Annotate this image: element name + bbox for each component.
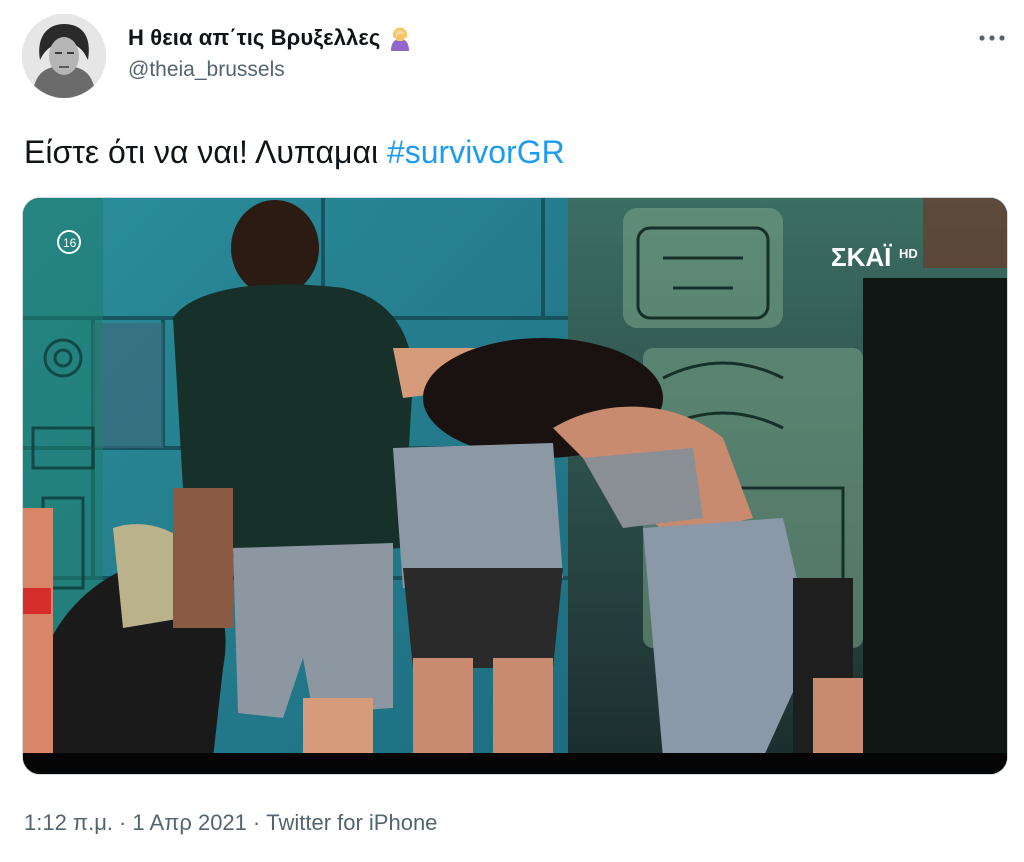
channel-logo-hd: HD xyxy=(899,246,918,261)
avatar-photo xyxy=(22,14,106,98)
tweet-card: Η θεια απ΄τις Βρυξελλες @theia_brussels … xyxy=(0,0,1024,862)
tweet-media[interactable]: ΣΚΑΪ HD 16 xyxy=(22,197,1008,775)
more-options-button[interactable] xyxy=(974,26,1010,50)
tweet-body: Είστε ότι να ναι! Λυπαμαι xyxy=(24,134,379,170)
age-rating-text: 16 xyxy=(63,236,77,250)
meta-separator-2: · xyxy=(252,810,261,835)
tweet-text: Είστε ότι να ναι! Λυπαμαι #survivorGR xyxy=(24,128,565,176)
author-name-row[interactable]: Η θεια απ΄τις Βρυξελλες xyxy=(128,24,412,52)
hashtag-link[interactable]: #survivorGR xyxy=(387,134,565,170)
more-dots-icon xyxy=(979,35,1005,41)
tv-screen-photo: ΣΚΑΪ HD 16 xyxy=(23,198,1007,774)
channel-logo-text: ΣΚΑΪ xyxy=(831,242,892,272)
user-handle[interactable]: @theia_brussels xyxy=(128,58,285,82)
woman-facepalming-icon xyxy=(388,25,412,51)
tweet-source-link[interactable]: Twitter for iPhone xyxy=(266,810,437,835)
avatar[interactable] xyxy=(22,14,106,98)
tweet-date-link[interactable]: 1 Απρ 2021 xyxy=(132,810,247,835)
tweet-time-link[interactable]: 1:12 π.μ. xyxy=(24,810,113,835)
display-name[interactable]: Η θεια απ΄τις Βρυξελλες xyxy=(128,25,380,51)
tweet-meta: 1:12 π.μ. · 1 Απρ 2021 · Twitter for iPhone xyxy=(24,806,437,840)
meta-separator: · xyxy=(119,810,127,835)
